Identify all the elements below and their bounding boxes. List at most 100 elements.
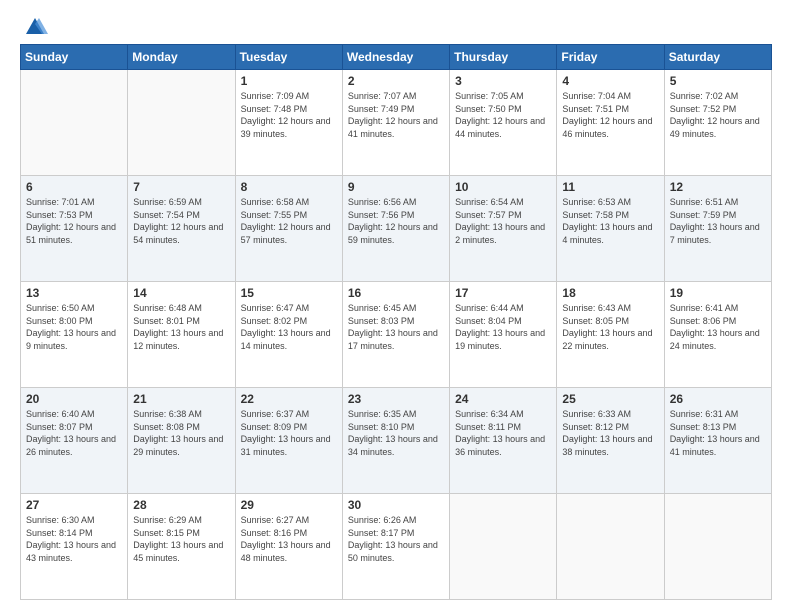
day-info: Sunrise: 7:02 AM Sunset: 7:52 PM Dayligh…: [670, 90, 766, 140]
day-number: 5: [670, 74, 766, 88]
weekday-wednesday: Wednesday: [342, 45, 449, 70]
day-number: 30: [348, 498, 444, 512]
day-info: Sunrise: 6:48 AM Sunset: 8:01 PM Dayligh…: [133, 302, 229, 352]
calendar-cell: 25 Sunrise: 6:33 AM Sunset: 8:12 PM Dayli…: [557, 388, 664, 494]
day-info: Sunrise: 7:09 AM Sunset: 7:48 PM Dayligh…: [241, 90, 337, 140]
calendar-cell: [21, 70, 128, 176]
calendar-cell: 28 Sunrise: 6:29 AM Sunset: 8:15 PM Dayli…: [128, 494, 235, 600]
calendar-cell: 26 Sunrise: 6:31 AM Sunset: 8:13 PM Dayli…: [664, 388, 771, 494]
calendar-cell: 11 Sunrise: 6:53 AM Sunset: 7:58 PM Dayli…: [557, 176, 664, 282]
calendar-cell: [128, 70, 235, 176]
calendar-cell: 30 Sunrise: 6:26 AM Sunset: 8:17 PM Dayli…: [342, 494, 449, 600]
day-number: 21: [133, 392, 229, 406]
calendar-cell: 15 Sunrise: 6:47 AM Sunset: 8:02 PM Dayli…: [235, 282, 342, 388]
day-number: 6: [26, 180, 122, 194]
calendar-cell: 21 Sunrise: 6:38 AM Sunset: 8:08 PM Dayli…: [128, 388, 235, 494]
day-number: 2: [348, 74, 444, 88]
calendar-cell: [450, 494, 557, 600]
calendar-cell: [664, 494, 771, 600]
day-info: Sunrise: 6:45 AM Sunset: 8:03 PM Dayligh…: [348, 302, 444, 352]
day-info: Sunrise: 6:35 AM Sunset: 8:10 PM Dayligh…: [348, 408, 444, 458]
day-number: 4: [562, 74, 658, 88]
day-number: 28: [133, 498, 229, 512]
day-number: 16: [348, 286, 444, 300]
calendar-cell: 7 Sunrise: 6:59 AM Sunset: 7:54 PM Daylig…: [128, 176, 235, 282]
day-info: Sunrise: 7:05 AM Sunset: 7:50 PM Dayligh…: [455, 90, 551, 140]
day-info: Sunrise: 6:50 AM Sunset: 8:00 PM Dayligh…: [26, 302, 122, 352]
day-info: Sunrise: 6:53 AM Sunset: 7:58 PM Dayligh…: [562, 196, 658, 246]
weekday-thursday: Thursday: [450, 45, 557, 70]
calendar-week-1: 1 Sunrise: 7:09 AM Sunset: 7:48 PM Daylig…: [21, 70, 772, 176]
weekday-header-row: SundayMondayTuesdayWednesdayThursdayFrid…: [21, 45, 772, 70]
day-number: 8: [241, 180, 337, 194]
calendar-cell: 14 Sunrise: 6:48 AM Sunset: 8:01 PM Dayli…: [128, 282, 235, 388]
page: SundayMondayTuesdayWednesdayThursdayFrid…: [0, 0, 792, 612]
calendar-cell: 18 Sunrise: 6:43 AM Sunset: 8:05 PM Dayli…: [557, 282, 664, 388]
calendar-cell: 27 Sunrise: 6:30 AM Sunset: 8:14 PM Dayli…: [21, 494, 128, 600]
calendar-cell: 5 Sunrise: 7:02 AM Sunset: 7:52 PM Daylig…: [664, 70, 771, 176]
day-info: Sunrise: 6:47 AM Sunset: 8:02 PM Dayligh…: [241, 302, 337, 352]
day-number: 1: [241, 74, 337, 88]
day-number: 27: [26, 498, 122, 512]
calendar-cell: 19Sunrise: 6:41 AM Sunset: 8:06 PM Dayli…: [664, 282, 771, 388]
day-info: Sunrise: 6:26 AM Sunset: 8:17 PM Dayligh…: [348, 514, 444, 564]
day-number: 17: [455, 286, 551, 300]
day-number: 7: [133, 180, 229, 194]
day-number: 10: [455, 180, 551, 194]
day-number: 26: [670, 392, 766, 406]
day-number: 29: [241, 498, 337, 512]
day-number: 25: [562, 392, 658, 406]
day-info: Sunrise: 7:07 AM Sunset: 7:49 PM Dayligh…: [348, 90, 444, 140]
calendar-cell: 3 Sunrise: 7:05 AM Sunset: 7:50 PM Daylig…: [450, 70, 557, 176]
day-info: Sunrise: 6:56 AM Sunset: 7:56 PM Dayligh…: [348, 196, 444, 246]
day-info: Sunrise: 7:01 AM Sunset: 7:53 PM Dayligh…: [26, 196, 122, 246]
day-number: 13: [26, 286, 122, 300]
calendar-cell: 24Sunrise: 6:34 AM Sunset: 8:11 PM Dayli…: [450, 388, 557, 494]
calendar-cell: 13 Sunrise: 6:50 AM Sunset: 8:00 PM Dayli…: [21, 282, 128, 388]
calendar-cell: 8Sunrise: 6:58 AM Sunset: 7:55 PM Daylig…: [235, 176, 342, 282]
day-info: Sunrise: 6:27 AM Sunset: 8:16 PM Dayligh…: [241, 514, 337, 564]
calendar-cell: 17 Sunrise: 6:44 AM Sunset: 8:04 PM Dayli…: [450, 282, 557, 388]
day-info: Sunrise: 6:29 AM Sunset: 8:15 PM Dayligh…: [133, 514, 229, 564]
calendar-cell: 16 Sunrise: 6:45 AM Sunset: 8:03 PM Dayli…: [342, 282, 449, 388]
day-number: 14: [133, 286, 229, 300]
weekday-monday: Monday: [128, 45, 235, 70]
calendar-cell: 2 Sunrise: 7:07 AM Sunset: 7:49 PM Daylig…: [342, 70, 449, 176]
day-info: Sunrise: 6:33 AM Sunset: 8:12 PM Dayligh…: [562, 408, 658, 458]
calendar-cell: 12Sunrise: 6:51 AM Sunset: 7:59 PM Dayli…: [664, 176, 771, 282]
calendar-week-3: 13 Sunrise: 6:50 AM Sunset: 8:00 PM Dayli…: [21, 282, 772, 388]
calendar-week-4: 20Sunrise: 6:40 AM Sunset: 8:07 PM Dayli…: [21, 388, 772, 494]
day-info: Sunrise: 6:59 AM Sunset: 7:54 PM Dayligh…: [133, 196, 229, 246]
calendar-week-2: 6 Sunrise: 7:01 AM Sunset: 7:53 PM Daylig…: [21, 176, 772, 282]
day-number: 11: [562, 180, 658, 194]
day-info: Sunrise: 6:30 AM Sunset: 8:14 PM Dayligh…: [26, 514, 122, 564]
calendar-cell: 1 Sunrise: 7:09 AM Sunset: 7:48 PM Daylig…: [235, 70, 342, 176]
header: [20, 16, 772, 34]
day-info: Sunrise: 6:54 AM Sunset: 7:57 PM Dayligh…: [455, 196, 551, 246]
day-info: Sunrise: 6:41 AM Sunset: 8:06 PM Dayligh…: [670, 302, 766, 352]
day-number: 22: [241, 392, 337, 406]
day-info: Sunrise: 6:44 AM Sunset: 8:04 PM Dayligh…: [455, 302, 551, 352]
calendar-week-5: 27 Sunrise: 6:30 AM Sunset: 8:14 PM Dayli…: [21, 494, 772, 600]
day-number: 23: [348, 392, 444, 406]
day-number: 18: [562, 286, 658, 300]
calendar-cell: 6 Sunrise: 7:01 AM Sunset: 7:53 PM Daylig…: [21, 176, 128, 282]
day-number: 12: [670, 180, 766, 194]
weekday-saturday: Saturday: [664, 45, 771, 70]
calendar-cell: 29 Sunrise: 6:27 AM Sunset: 8:16 PM Dayli…: [235, 494, 342, 600]
calendar-cell: 10 Sunrise: 6:54 AM Sunset: 7:57 PM Dayli…: [450, 176, 557, 282]
day-number: 3: [455, 74, 551, 88]
day-info: Sunrise: 6:38 AM Sunset: 8:08 PM Dayligh…: [133, 408, 229, 458]
day-number: 15: [241, 286, 337, 300]
day-info: Sunrise: 6:43 AM Sunset: 8:05 PM Dayligh…: [562, 302, 658, 352]
calendar-table: SundayMondayTuesdayWednesdayThursdayFrid…: [20, 44, 772, 600]
calendar-cell: 22 Sunrise: 6:37 AM Sunset: 8:09 PM Dayli…: [235, 388, 342, 494]
calendar-cell: [557, 494, 664, 600]
logo-icon: [22, 16, 48, 38]
calendar-cell: 23 Sunrise: 6:35 AM Sunset: 8:10 PM Dayli…: [342, 388, 449, 494]
day-info: Sunrise: 6:37 AM Sunset: 8:09 PM Dayligh…: [241, 408, 337, 458]
day-info: Sunrise: 6:31 AM Sunset: 8:13 PM Dayligh…: [670, 408, 766, 458]
weekday-tuesday: Tuesday: [235, 45, 342, 70]
day-info: Sunrise: 6:34 AM Sunset: 8:11 PM Dayligh…: [455, 408, 551, 458]
weekday-friday: Friday: [557, 45, 664, 70]
